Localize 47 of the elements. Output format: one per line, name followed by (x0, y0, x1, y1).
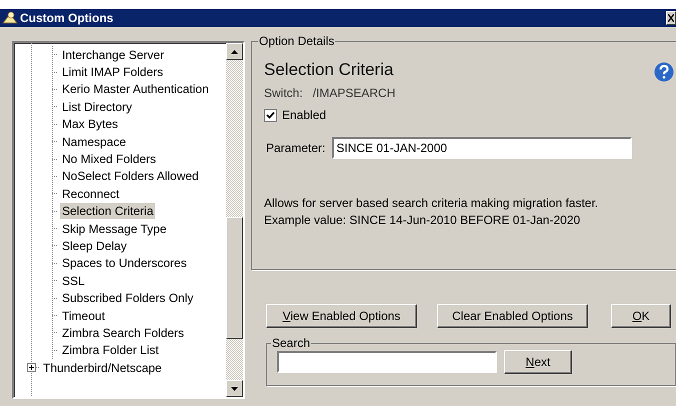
scroll-thumb[interactable] (226, 217, 243, 339)
close-button[interactable] (666, 11, 676, 25)
scroll-down-button[interactable] (226, 380, 243, 397)
tree-item[interactable]: Timeout (60, 308, 107, 324)
tree-item[interactable]: Interchange Server (60, 46, 166, 63)
switch-value: /IMAPSEARCH (312, 86, 396, 100)
option-heading: Selection Criteria (264, 60, 394, 80)
tree-item[interactable]: Sleep Delay (60, 238, 129, 254)
tree-item[interactable]: SSL (60, 272, 87, 289)
dialog-button[interactable]: Clear Enabled Options (437, 304, 588, 328)
tree-item[interactable]: Reconnect (60, 186, 122, 202)
expand-icon[interactable] (27, 363, 36, 372)
tree-item[interactable]: NoSelect Folders Allowed (60, 168, 201, 184)
tree-item[interactable]: List Directory (60, 98, 134, 115)
scrollbar[interactable] (226, 43, 243, 397)
help-icon[interactable] (654, 62, 674, 82)
group-label: Option Details (258, 34, 336, 48)
tree-item[interactable]: Zimbra Folder List (60, 342, 161, 358)
up-arrow-icon (231, 50, 238, 54)
description-text: Allows for server based search criteria making migration faster. (264, 195, 600, 212)
next-button[interactable]: Next (504, 350, 572, 374)
checkbox-label: Enabled (282, 108, 326, 122)
switch-label: Switch: (264, 86, 303, 100)
parameter-field[interactable]: SINCE 01-JAN-2000 (332, 137, 632, 159)
tree-item[interactable]: Skip Message Type (60, 220, 169, 237)
down-arrow-icon (231, 386, 238, 390)
window-title: Custom Options (20, 11, 114, 25)
dialog-button[interactable]: View Enabled Options (266, 304, 417, 328)
close-icon (668, 14, 674, 22)
tree-item[interactable]: Namespace (60, 134, 128, 150)
tree-item[interactable]: Zimbra Search Folders (60, 324, 186, 341)
tree-item[interactable]: Spaces to Underscores (60, 255, 189, 272)
tree-item[interactable]: Selection Criteria (60, 203, 156, 220)
app-icon (2, 11, 18, 25)
description-text: Example value: SINCE 14-Jun-2010 BEFORE 01-Jan-2020 (264, 212, 582, 229)
group-label: Search (271, 336, 312, 350)
tree-item[interactable]: Max Bytes (60, 116, 120, 132)
tree-item[interactable]: Limit IMAP Folders (60, 64, 166, 80)
tree-item[interactable]: No Mixed Folders (60, 151, 158, 168)
scroll-up-button[interactable] (226, 43, 243, 60)
dialog-button[interactable]: OK (611, 304, 671, 328)
search-field[interactable] (277, 351, 497, 373)
tree-item[interactable]: Thunderbird/Netscape (41, 360, 164, 376)
tree-item[interactable]: Kerio Master Authentication (60, 81, 211, 98)
tree-item[interactable]: Subscribed Folders Only (60, 290, 196, 306)
enabled-checkbox[interactable] (264, 108, 277, 122)
parameter-label: Parameter: (266, 141, 326, 155)
